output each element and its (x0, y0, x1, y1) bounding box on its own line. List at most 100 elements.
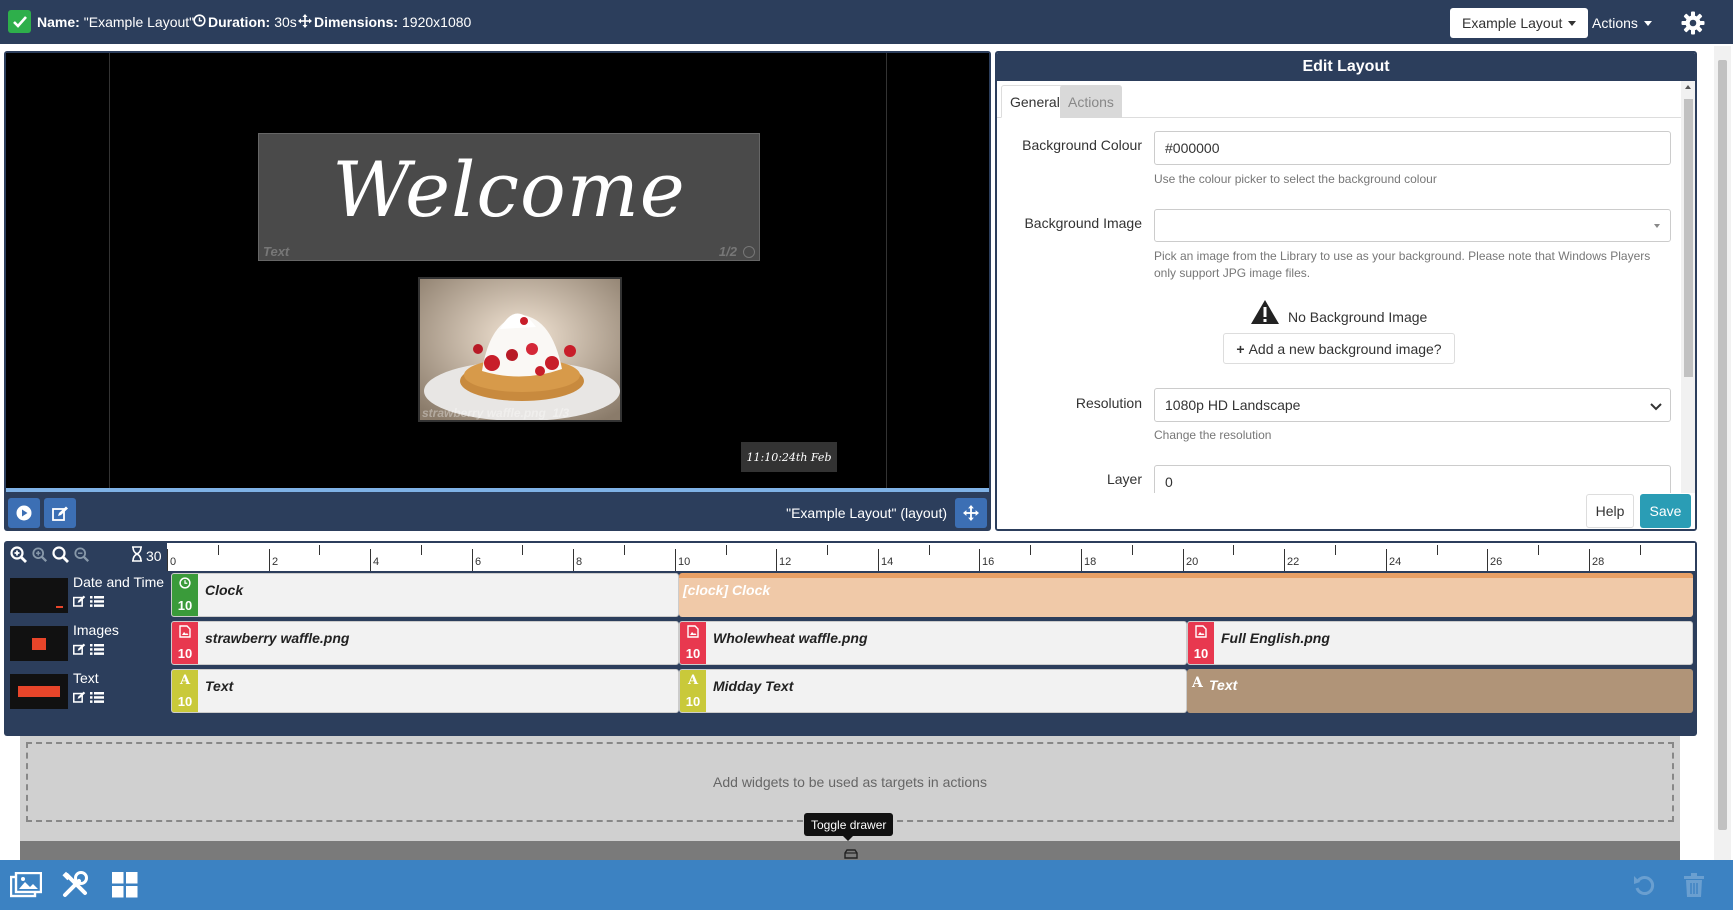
trash-icon[interactable] (1677, 870, 1711, 900)
gear-icon[interactable] (1681, 11, 1705, 35)
widget-image[interactable]: 10 strawberry waffle.png (171, 621, 679, 665)
widget-name: [clock] Clock (683, 582, 771, 598)
widget-icon-block: 10 (1188, 622, 1214, 664)
name-value: "Example Layout" (83, 14, 195, 30)
ruler-major-tick (269, 549, 270, 571)
ruler-label: 0 (170, 556, 177, 568)
resolution-select[interactable]: 1080p HD Landscape (1154, 388, 1671, 422)
layout-canvas[interactable]: Welcome Text 1/2 strawberry waffle.png 1… (109, 53, 887, 488)
widget-duration: 10 (177, 646, 193, 661)
row-tools (73, 690, 104, 706)
ruler-minor-tick (827, 545, 828, 555)
zoom-in-small-icon[interactable] (32, 547, 48, 566)
widget-text[interactable]: A 10 Midday Text (679, 669, 1187, 713)
region-name: Text (263, 244, 290, 259)
tab-general[interactable]: General (1001, 85, 1069, 118)
background-image-help: Pick an image from the Library to use as… (1154, 249, 1651, 280)
widget-duration: 10 (685, 694, 701, 709)
image-region[interactable]: strawberry waffle.png 1/3 (418, 277, 622, 422)
widgets-grid-icon[interactable] (108, 870, 142, 900)
layout-name: Name: "Example Layout" (37, 0, 194, 44)
widget-image[interactable]: 10 Wholewheat waffle.png (679, 621, 1187, 665)
background-image-label: Background Image (1024, 215, 1142, 231)
ruler-label: 22 (1287, 556, 1300, 568)
edit-icon[interactable] (73, 642, 86, 658)
move-viewer-button[interactable] (955, 498, 987, 528)
ruler-major-tick (979, 549, 980, 571)
save-button[interactable]: Save (1640, 494, 1691, 528)
ruler-major-tick (1589, 549, 1590, 571)
widget-clock-loop[interactable]: [clock] Clock (679, 573, 1693, 617)
list-icon[interactable] (90, 690, 104, 706)
ruler-minor-tick (522, 545, 523, 555)
plus-icon: + (1236, 340, 1245, 357)
drawer-toggle-bar[interactable] (20, 841, 1680, 860)
widget-image[interactable]: 10 Full English.png (1187, 621, 1693, 665)
help-button[interactable]: Help (1586, 494, 1634, 528)
region-page: 1/2 (718, 244, 737, 259)
ruler-minor-tick (624, 545, 625, 555)
edit-layout-button[interactable] (44, 498, 76, 528)
ruler-major-tick (878, 549, 879, 571)
clock-region[interactable]: 11:10:24th Feb (741, 442, 837, 472)
zoom-out-icon[interactable] (74, 547, 90, 566)
ruler-label: 2 (272, 556, 279, 568)
timeline-duration: 30 (131, 546, 162, 565)
list-icon[interactable] (90, 642, 104, 658)
add-background-image-button[interactable]: + Add a new background image? (1223, 333, 1455, 364)
drawer-dropzone[interactable]: Add widgets to be used as targets in act… (26, 742, 1674, 822)
clock-icon (193, 14, 206, 30)
play-preview-button[interactable] (8, 498, 40, 528)
undo-icon[interactable] (1627, 870, 1661, 900)
zoom-in-icon[interactable] (10, 546, 28, 567)
widget-duration: 10 (1193, 646, 1209, 661)
scroll-up-icon[interactable] (1685, 85, 1691, 89)
library-images-icon[interactable] (9, 870, 43, 900)
clock-text: 11:10:24th Feb (746, 450, 832, 464)
layout-select-dropdown[interactable]: Example Layout (1450, 8, 1589, 38)
timeline-ruler[interactable]: 0 2 4 6 8 10 12 14 16 18 20 22 24 26 28 (167, 543, 1695, 571)
widget-text-loop[interactable]: A Text (1187, 669, 1693, 713)
bottom-toolbar (0, 860, 1733, 910)
ruler-label: 26 (1490, 556, 1503, 568)
widget-clock[interactable]: 10 Clock (171, 573, 679, 617)
widget-name: Clock (205, 582, 244, 598)
widget-name: Wholewheat waffle.png (713, 630, 868, 646)
tab-actions[interactable]: Actions (1060, 85, 1122, 118)
background-image-select[interactable] (1154, 209, 1671, 242)
panel-scrollbar-thumb[interactable] (1684, 99, 1693, 377)
actions-dropdown-label: Actions (1592, 15, 1638, 31)
page-scrollbar-thumb[interactable] (1718, 60, 1727, 830)
page-scrollbar[interactable] (1714, 46, 1731, 860)
ruler-minor-tick (1538, 545, 1539, 555)
timeline-track: A 10 Text A 10 Midday Text A Text (169, 667, 1695, 715)
region-thumbnail (10, 578, 68, 613)
layer-input[interactable]: 0 (1154, 465, 1671, 493)
dimensions-label: Dimensions: (314, 14, 399, 30)
edit-icon[interactable] (73, 690, 86, 706)
zoom-reset-icon[interactable] (52, 546, 70, 567)
ruler-minor-tick (1640, 545, 1641, 555)
layout-duration: Duration: 30s (193, 0, 297, 44)
chevron-down-icon (1643, 20, 1652, 26)
drawer-placeholder: Add widgets to be used as targets in act… (713, 774, 987, 790)
image-file-icon (172, 625, 198, 641)
actions-dropdown[interactable]: Actions (1592, 8, 1652, 38)
text-region[interactable]: Welcome Text 1/2 (258, 133, 760, 261)
widget-text[interactable]: A 10 Text (171, 669, 679, 713)
widget-duration: 10 (177, 694, 193, 709)
row-name: Images (73, 622, 119, 638)
background-colour-input[interactable]: #000000 (1154, 131, 1671, 165)
ruler-label: 4 (373, 556, 380, 568)
no-background-image-text: No Background Image (1288, 309, 1428, 325)
tools-icon[interactable] (58, 870, 92, 900)
toggle-drawer-tooltip: Toggle drawer (804, 813, 894, 836)
zoom-controls (10, 546, 90, 567)
list-icon[interactable] (90, 594, 104, 610)
timeline-duration-value: 30 (146, 547, 162, 564)
duration-value: 30s (274, 14, 297, 30)
layer-label: Layer (1106, 471, 1142, 487)
ruler-major-tick (1183, 549, 1184, 571)
edit-icon[interactable] (73, 594, 86, 610)
image-region-name: strawberry waffle.png 1/3 (422, 406, 570, 420)
